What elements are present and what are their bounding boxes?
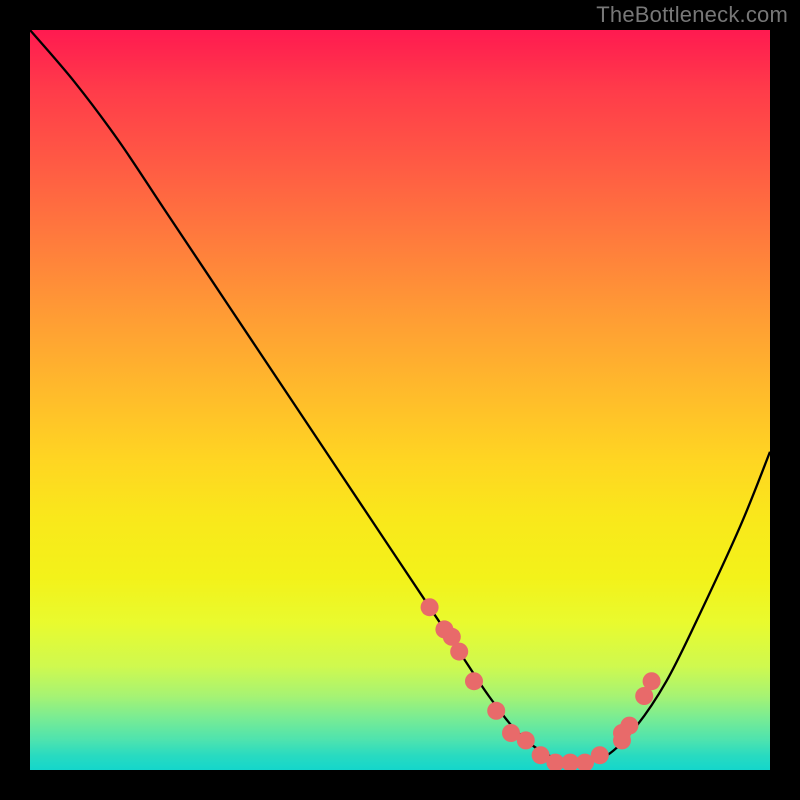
highlight-dot [517,731,535,749]
bottleneck-curve [30,30,770,763]
chart-frame: TheBottleneck.com [0,0,800,800]
highlight-dot [450,643,468,661]
highlight-dot [465,672,483,690]
highlight-dot [591,746,609,764]
highlight-dot [487,702,505,720]
highlight-dot [643,672,661,690]
highlight-dot [421,598,439,616]
watermark-text: TheBottleneck.com [596,2,788,28]
curve-layer [30,30,770,770]
highlight-dot [620,717,638,735]
plot-area [30,30,770,770]
highlight-dots [421,598,661,770]
